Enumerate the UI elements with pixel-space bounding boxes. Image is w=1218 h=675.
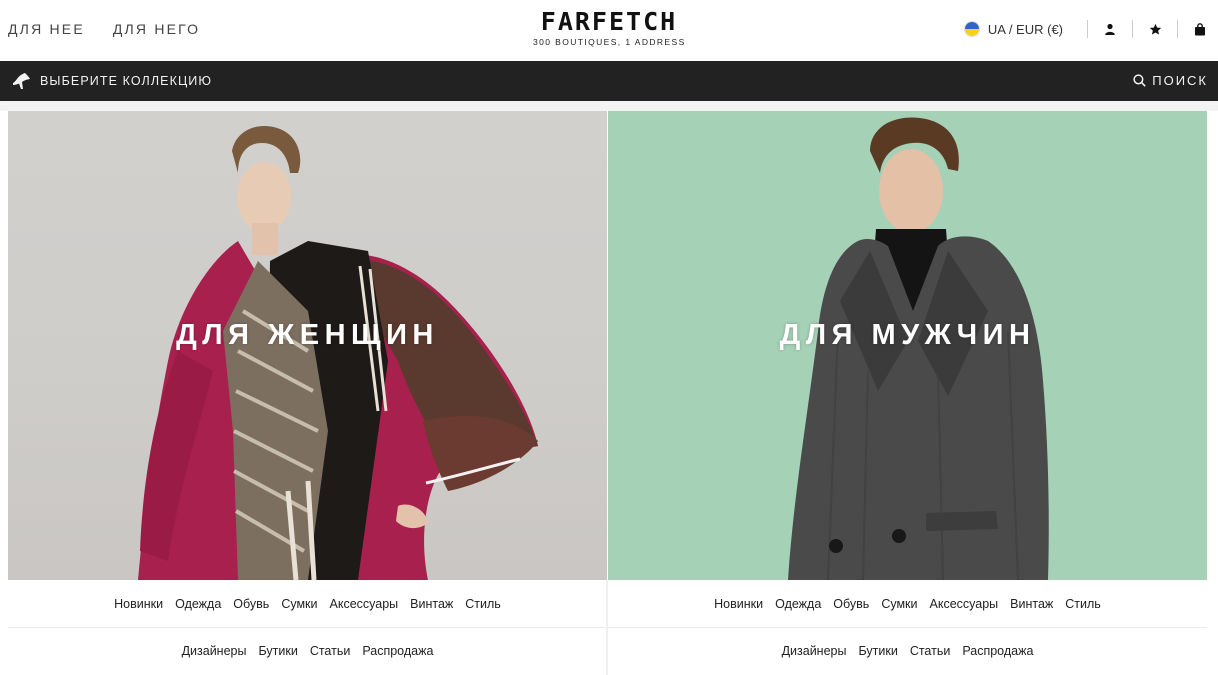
gender-nav: ДЛЯ НЕЕ ДЛЯ НЕГО <box>8 21 200 37</box>
logo-tagline: 300 BOUTIQUES, 1 ADDRESS <box>533 37 686 47</box>
women-link-shoes[interactable]: Обувь <box>233 597 269 611</box>
nav-for-her[interactable]: ДЛЯ НЕЕ <box>8 21 85 37</box>
men-link-accessories[interactable]: Аксессуары <box>930 597 999 611</box>
men-link-designers[interactable]: Дизайнеры <box>782 644 847 658</box>
men-collection-banner[interactable]: ДЛЯ МУЖЧИН <box>608 111 1207 580</box>
header-divider <box>1177 20 1178 38</box>
women-link-designers[interactable]: Дизайнеры <box>182 644 247 658</box>
header-divider <box>1087 20 1088 38</box>
nav-for-him[interactable]: ДЛЯ НЕГО <box>113 21 200 37</box>
star-icon[interactable] <box>1145 19 1165 39</box>
collection-bar: ВЫБЕРИТЕ КОЛЛЕКЦИЮ ПОИСК <box>0 61 1218 101</box>
logo-wordmark: FARFETCH <box>540 7 678 36</box>
men-link-new[interactable]: Новинки <box>714 597 763 611</box>
header-divider <box>1132 20 1133 38</box>
men-links-row2: Дизайнеры Бутики Статьи Распродажа <box>608 644 1207 658</box>
women-link-clothing[interactable]: Одежда <box>175 597 221 611</box>
men-title: ДЛЯ МУЖЧИН <box>779 319 1036 351</box>
spacer-strip <box>0 101 1218 111</box>
top-header: ДЛЯ НЕЕ ДЛЯ НЕГО FARFETCH 300 BOUTIQUES,… <box>0 0 1218 61</box>
search-label: ПОИСК <box>1152 73 1208 88</box>
locale-selector[interactable]: UA / EUR (€) <box>988 22 1063 37</box>
row-separator <box>608 627 1207 628</box>
header-actions: UA / EUR (€) <box>963 18 1210 40</box>
women-links-row2: Дизайнеры Бутики Статьи Распродажа <box>8 644 607 658</box>
user-icon[interactable] <box>1100 19 1120 39</box>
women-link-sale[interactable]: Распродажа <box>362 644 433 658</box>
women-link-new[interactable]: Новинки <box>114 597 163 611</box>
women-links-row1: Новинки Одежда Обувь Сумки Аксессуары Ви… <box>8 597 607 611</box>
collection-label: ВЫБЕРИТЕ КОЛЛЕКЦИЮ <box>40 74 213 88</box>
men-link-articles[interactable]: Статьи <box>910 644 951 658</box>
men-link-bags[interactable]: Сумки <box>881 597 917 611</box>
farfetch-logo[interactable]: FARFETCH 300 BOUTIQUES, 1 ADDRESS <box>533 7 686 48</box>
women-link-bags[interactable]: Сумки <box>281 597 317 611</box>
men-link-style[interactable]: Стиль <box>1065 597 1101 611</box>
men-link-shoes[interactable]: Обувь <box>833 597 869 611</box>
men-link-vintage[interactable]: Винтаж <box>1010 597 1053 611</box>
women-link-boutiques[interactable]: Бутики <box>258 644 297 658</box>
search-icon <box>1133 74 1147 87</box>
women-title: ДЛЯ ЖЕНЩИН <box>176 319 439 351</box>
bag-icon[interactable] <box>1190 19 1210 39</box>
search-button[interactable]: ПОИСК <box>1133 73 1208 88</box>
men-link-boutiques[interactable]: Бутики <box>858 644 897 658</box>
collection-selector[interactable]: ВЫБЕРИТЕ КОЛЛЕКЦИЮ <box>12 72 212 90</box>
shoe-icon <box>13 73 30 89</box>
men-link-sale[interactable]: Распродажа <box>962 644 1033 658</box>
ukraine-flag-icon <box>963 21 980 37</box>
women-collection-banner[interactable]: ДЛЯ ЖЕНЩИН <box>8 111 607 580</box>
row-separator <box>8 627 606 628</box>
men-link-clothing[interactable]: Одежда <box>775 597 821 611</box>
men-links-row1: Новинки Одежда Обувь Сумки Аксессуары Ви… <box>608 597 1207 611</box>
women-link-accessories[interactable]: Аксессуары <box>330 597 399 611</box>
women-link-vintage[interactable]: Винтаж <box>410 597 453 611</box>
women-link-style[interactable]: Стиль <box>465 597 501 611</box>
women-link-articles[interactable]: Статьи <box>310 644 351 658</box>
